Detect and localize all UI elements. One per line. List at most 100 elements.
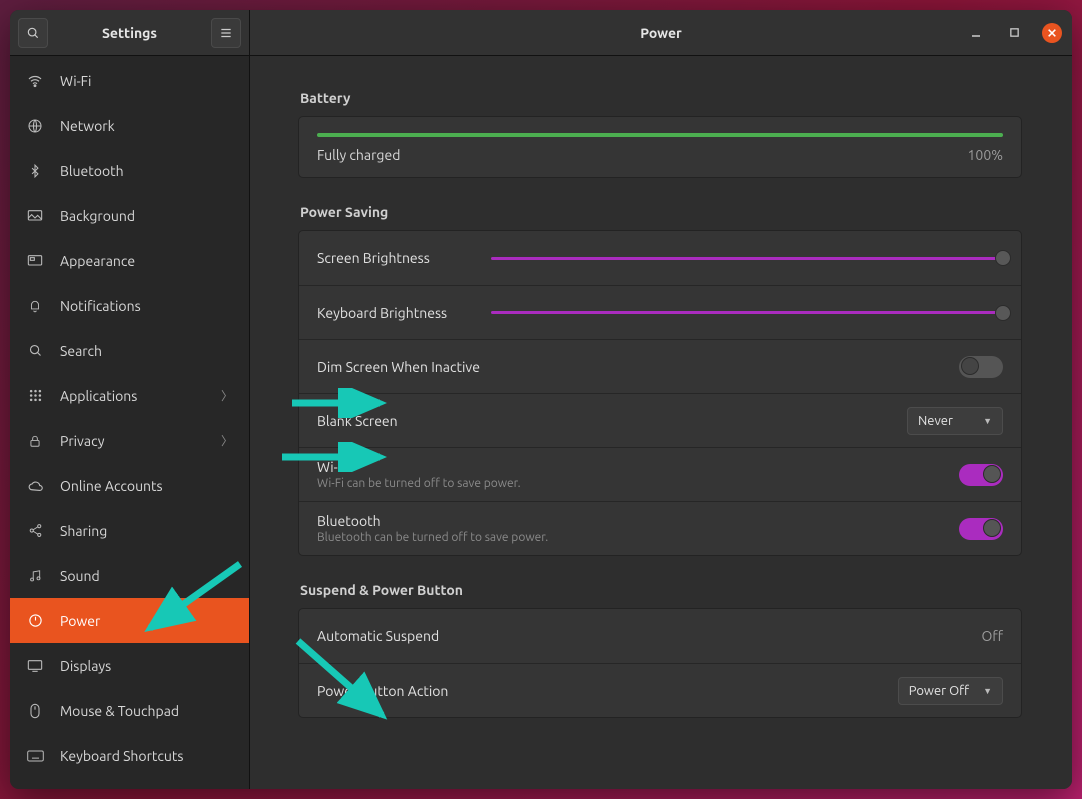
dim-screen-label: Dim Screen When Inactive <box>317 359 945 375</box>
battery-bar <box>317 133 1003 137</box>
screen-brightness-row: Screen Brightness <box>299 231 1021 285</box>
bluetooth-toggle[interactable] <box>959 518 1003 540</box>
settings-window: Settings Wi-FiNetworkBluetoothBackground… <box>10 10 1072 789</box>
screen-brightness-label: Screen Brightness <box>317 250 477 266</box>
bell-icon <box>26 298 44 314</box>
window-controls <box>966 23 1062 43</box>
bluetooth-sublabel: Bluetooth can be turned off to save powe… <box>317 531 945 544</box>
battery-status: Fully charged 100% <box>317 147 1003 163</box>
chevron-right-icon: 〉 <box>221 387 233 404</box>
automatic-suspend-label: Automatic Suspend <box>317 628 967 644</box>
sidebar-item-online-accounts[interactable]: Online Accounts <box>10 463 249 508</box>
screen-brightness-slider[interactable] <box>491 249 1003 267</box>
power-saving-section-title: Power Saving <box>300 204 1022 220</box>
sidebar-item-network[interactable]: Network <box>10 103 249 148</box>
automatic-suspend-value: Off <box>981 628 1003 644</box>
battery-section-title: Battery <box>300 90 1022 106</box>
sidebar-item-label: Sharing <box>60 523 233 539</box>
sidebar-item-label: Network <box>60 118 233 134</box>
battery-fill <box>317 133 1003 137</box>
sidebar-item-label: Search <box>60 343 233 359</box>
sidebar-item-bluetooth[interactable]: Bluetooth <box>10 148 249 193</box>
blank-screen-dropdown[interactable]: Never ▼ <box>907 407 1003 435</box>
suspend-panel: Automatic Suspend Off Power Button Actio… <box>298 608 1022 718</box>
keyboard-brightness-row: Keyboard Brightness <box>299 285 1021 339</box>
sidebar-item-wi-fi[interactable]: Wi-Fi <box>10 58 249 103</box>
keyboard-brightness-slider[interactable] <box>491 304 1003 322</box>
cloud-icon <box>26 479 44 492</box>
wifi-toggle[interactable] <box>959 464 1003 486</box>
battery-percent-text: 100% <box>968 147 1003 163</box>
sidebar-item-mouse-touchpad[interactable]: Mouse & Touchpad <box>10 688 249 733</box>
dim-screen-row: Dim Screen When Inactive <box>299 339 1021 393</box>
sidebar-item-label: Applications <box>60 388 205 404</box>
sidebar-item-label: Bluetooth <box>60 163 233 179</box>
grid-icon <box>26 388 44 403</box>
sidebar-item-displays[interactable]: Displays <box>10 643 249 688</box>
sidebar-item-keyboard-shortcuts[interactable]: Keyboard Shortcuts <box>10 733 249 778</box>
close-button[interactable] <box>1042 23 1062 43</box>
sidebar-item-label: Appearance <box>60 253 233 269</box>
sidebar: Settings Wi-FiNetworkBluetoothBackground… <box>10 10 250 789</box>
sidebar-item-sound[interactable]: Sound <box>10 553 249 598</box>
wifi-label-block: Wi-Fi Wi-Fi can be turned off to save po… <box>317 459 945 490</box>
bluetooth-label-block: Bluetooth Bluetooth can be turned off to… <box>317 513 945 544</box>
keyboard-icon <box>26 750 44 762</box>
sidebar-item-label: Power <box>60 613 233 629</box>
bluetooth-label: Bluetooth <box>317 513 945 529</box>
page-title: Power <box>640 25 682 41</box>
sidebar-item-label: Mouse & Touchpad <box>60 703 233 719</box>
minimize-icon <box>970 27 982 39</box>
sidebar-nav: Wi-Fi Network Bluetooth Background Appearanc… <box>10 56 249 789</box>
sidebar-item-notifications[interactable]: Notifications <box>10 283 249 328</box>
close-icon <box>1047 28 1057 38</box>
share-icon <box>26 523 44 538</box>
bluetooth-icon <box>26 163 44 179</box>
sidebar-item-label: Online Accounts <box>60 478 233 494</box>
background-icon <box>26 209 44 223</box>
maximize-button[interactable] <box>1004 23 1024 43</box>
appearance-icon <box>26 254 44 268</box>
sidebar-item-privacy[interactable]: Privacy 〉 <box>10 418 249 463</box>
power-icon <box>26 613 44 628</box>
battery-row: Fully charged 100% <box>299 117 1021 177</box>
minimize-button[interactable] <box>966 23 986 43</box>
bluetooth-row: Bluetooth Bluetooth can be turned off to… <box>299 501 1021 555</box>
hamburger-button[interactable] <box>211 18 241 48</box>
blank-screen-value: Never <box>918 414 953 428</box>
sidebar-item-background[interactable]: Background <box>10 193 249 238</box>
wifi-label: Wi-Fi <box>317 459 945 475</box>
sidebar-item-label: Background <box>60 208 233 224</box>
sidebar-item-sharing[interactable]: Sharing <box>10 508 249 553</box>
power-button-action-label: Power Button Action <box>317 683 884 699</box>
sidebar-item-label: Notifications <box>60 298 233 314</box>
dim-screen-toggle[interactable] <box>959 356 1003 378</box>
sidebar-item-applications[interactable]: Applications 〉 <box>10 373 249 418</box>
search-icon <box>26 26 40 40</box>
sidebar-item-appearance[interactable]: Appearance <box>10 238 249 283</box>
lock-icon <box>26 433 44 449</box>
music-icon <box>26 568 44 584</box>
sidebar-item-label: Displays <box>60 658 233 674</box>
sidebar-item-label: Keyboard Shortcuts <box>60 748 233 764</box>
power-button-action-dropdown[interactable]: Power Off ▼ <box>898 677 1003 705</box>
blank-screen-row: Blank Screen Never ▼ <box>299 393 1021 447</box>
automatic-suspend-row[interactable]: Automatic Suspend Off <box>299 609 1021 663</box>
hamburger-icon <box>219 26 233 40</box>
maximize-icon <box>1009 27 1020 38</box>
globe-icon <box>26 118 44 134</box>
power-button-action-value: Power Off <box>909 684 969 698</box>
wifi-row: Wi-Fi Wi-Fi can be turned off to save po… <box>299 447 1021 501</box>
sidebar-item-label: Wi-Fi <box>60 73 233 89</box>
sidebar-item-label: Privacy <box>60 433 205 449</box>
sidebar-item-search[interactable]: Search <box>10 328 249 373</box>
search-icon <box>26 343 44 358</box>
power-button-action-row: Power Button Action Power Off ▼ <box>299 663 1021 717</box>
chevron-right-icon: 〉 <box>221 432 233 449</box>
keyboard-brightness-label: Keyboard Brightness <box>317 305 477 321</box>
chevron-down-icon: ▼ <box>983 416 992 426</box>
search-button[interactable] <box>18 18 48 48</box>
sidebar-item-power[interactable]: Power <box>10 598 249 643</box>
wifi-sublabel: Wi-Fi can be turned off to save power. <box>317 477 945 490</box>
mouse-icon <box>26 703 44 719</box>
